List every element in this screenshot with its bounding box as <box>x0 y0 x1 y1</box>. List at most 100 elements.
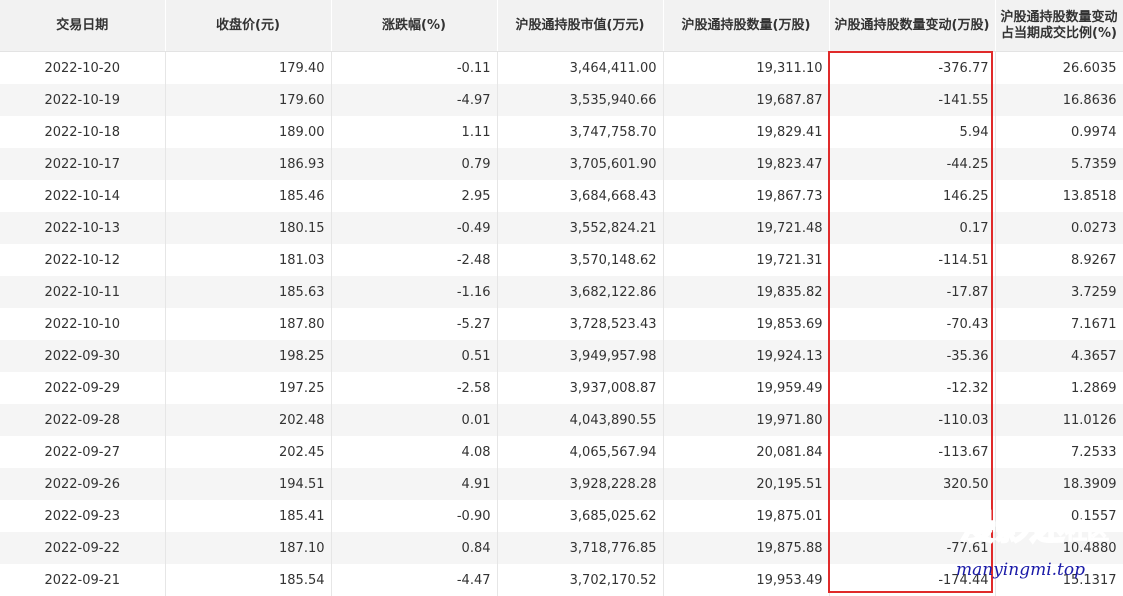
cell-change-ratio: 3.7259 <box>995 276 1123 308</box>
table-row[interactable]: 2022-10-20 179.40 -0.11 3,464,411.00 19,311.… <box>0 51 1123 84</box>
table-row[interactable]: 2022-10-13 180.15 -0.49 3,552,824.21 19,721.… <box>0 212 1123 244</box>
cell-holding-change: -35.36 <box>829 340 996 372</box>
cell-change-ratio: 18.3909 <box>995 468 1123 500</box>
cell-holding-value: 3,552,824.21 <box>497 212 664 244</box>
cell-change-pct: 4.08 <box>331 436 498 468</box>
table-row[interactable]: 2022-09-26 194.51 4.91 3,928,228.28 20,195.5… <box>0 468 1123 500</box>
cell-trade-date: 2022-09-28 <box>0 404 166 436</box>
cell-holding-change: -44.25 <box>829 148 996 180</box>
cell-change-pct: -5.27 <box>331 308 498 340</box>
cell-holding-value: 3,718,776.85 <box>497 532 664 564</box>
cell-trade-date: 2022-10-19 <box>0 84 166 116</box>
cell-change-pct: -0.11 <box>331 51 498 84</box>
cell-change-pct: 4.91 <box>331 468 498 500</box>
cell-holding-shares: 19,687.87 <box>663 84 830 116</box>
cell-holding-shares: 19,867.73 <box>663 180 830 212</box>
cell-holding-change: -376.77 <box>829 51 996 84</box>
cell-holding-shares: 20,195.51 <box>663 468 830 500</box>
cell-close-price: 186.93 <box>165 148 332 180</box>
cell-holding-value: 3,705,601.90 <box>497 148 664 180</box>
cell-holding-change: -110.03 <box>829 404 996 436</box>
header-holding-shares[interactable]: 沪股通持股数量(万股) <box>663 0 830 52</box>
cell-close-price: 197.25 <box>165 372 332 404</box>
cell-holding-shares: 19,924.13 <box>663 340 830 372</box>
cell-trade-date: 2022-09-22 <box>0 532 166 564</box>
table-row[interactable]: 2022-10-14 185.46 2.95 3,684,668.43 19,867.7… <box>0 180 1123 212</box>
cell-change-ratio: 13.8518 <box>995 180 1123 212</box>
cell-trade-date: 2022-10-11 <box>0 276 166 308</box>
cell-holding-value: 3,702,170.52 <box>497 564 664 596</box>
cell-close-price: 198.25 <box>165 340 332 372</box>
cell-holding-change: -12.32 <box>829 372 996 404</box>
header-change-ratio[interactable]: 沪股通持股数量变动占当期成交比例(%) <box>995 0 1123 52</box>
cell-change-ratio: 8.9267 <box>995 244 1123 276</box>
cell-holding-shares: 19,829.41 <box>663 116 830 148</box>
header-close-price[interactable]: 收盘价(元) <box>165 0 332 52</box>
cell-close-price: 181.03 <box>165 244 332 276</box>
header-trade-date[interactable]: 交易日期 <box>0 0 166 52</box>
cell-holding-value: 3,949,957.98 <box>497 340 664 372</box>
cell-trade-date: 2022-10-12 <box>0 244 166 276</box>
table-row[interactable]: 2022-10-17 186.93 0.79 3,705,601.90 19,823.4… <box>0 148 1123 180</box>
table-row[interactable]: 2022-10-19 179.60 -4.97 3,535,940.66 19,687.… <box>0 84 1123 116</box>
cell-change-ratio: 0.9974 <box>995 116 1123 148</box>
cell-holding-value: 4,043,890.55 <box>497 404 664 436</box>
cell-trade-date: 2022-10-10 <box>0 308 166 340</box>
cell-holding-value: 3,535,940.66 <box>497 84 664 116</box>
cell-change-ratio: 11.0126 <box>995 404 1123 436</box>
table-row[interactable]: 2022-10-18 189.00 1.11 3,747,758.70 19,829.4… <box>0 116 1123 148</box>
cell-holding-shares: 19,823.47 <box>663 148 830 180</box>
cell-change-ratio: 5.7359 <box>995 148 1123 180</box>
cell-change-pct: -2.58 <box>331 372 498 404</box>
cell-close-price: 202.48 <box>165 404 332 436</box>
table-row[interactable]: 2022-09-23 185.41 -0.90 3,685,025.62 19,875.… <box>0 500 1123 532</box>
cell-trade-date: 2022-09-29 <box>0 372 166 404</box>
cell-change-pct: 1.11 <box>331 116 498 148</box>
header-change-pct[interactable]: 涨跌幅(%) <box>331 0 498 52</box>
table-row[interactable]: 2022-10-11 185.63 -1.16 3,682,122.86 19,835.… <box>0 276 1123 308</box>
cell-holding-value: 3,728,523.43 <box>497 308 664 340</box>
cell-change-pct: -4.97 <box>331 84 498 116</box>
table-row[interactable]: 2022-09-28 202.48 0.01 4,043,890.55 19,971.8… <box>0 404 1123 436</box>
header-holding-change[interactable]: 沪股通持股数量变动(万股) <box>829 0 996 52</box>
cell-change-ratio: 26.6035 <box>995 51 1123 84</box>
table-row[interactable]: 2022-09-30 198.25 0.51 3,949,957.98 19,924.1… <box>0 340 1123 372</box>
cell-trade-date: 2022-09-21 <box>0 564 166 596</box>
table-row[interactable]: 2022-10-10 187.80 -5.27 3,728,523.43 19,853.… <box>0 308 1123 340</box>
table-row[interactable]: 2022-09-29 197.25 -2.58 3,937,008.87 19,959.… <box>0 372 1123 404</box>
cell-close-price: 185.63 <box>165 276 332 308</box>
cell-holding-shares: 19,875.88 <box>663 532 830 564</box>
cell-trade-date: 2022-10-14 <box>0 180 166 212</box>
cell-change-pct: 0.84 <box>331 532 498 564</box>
cell-holding-value: 3,684,668.43 <box>497 180 664 212</box>
cell-change-ratio: 0.1557 <box>995 500 1123 532</box>
cell-close-price: 185.54 <box>165 564 332 596</box>
table-row[interactable]: 2022-09-21 185.54 -4.47 3,702,170.52 19,953.… <box>0 564 1123 596</box>
cell-holding-change: -0 <box>829 500 996 532</box>
cell-trade-date: 2022-10-18 <box>0 116 166 148</box>
cell-change-pct: -1.16 <box>331 276 498 308</box>
cell-change-pct: -2.48 <box>331 244 498 276</box>
cell-close-price: 185.41 <box>165 500 332 532</box>
header-holding-value[interactable]: 沪股通持股市值(万元) <box>497 0 664 52</box>
table-row[interactable]: 2022-09-22 187.10 0.84 3,718,776.85 19,875.8… <box>0 532 1123 564</box>
cell-close-price: 202.45 <box>165 436 332 468</box>
cell-holding-value: 3,937,008.87 <box>497 372 664 404</box>
cell-trade-date: 2022-09-27 <box>0 436 166 468</box>
cell-change-pct: -0.49 <box>331 212 498 244</box>
table-row[interactable]: 2022-10-12 181.03 -2.48 3,570,148.62 19,721.… <box>0 244 1123 276</box>
cell-holding-shares: 19,835.82 <box>663 276 830 308</box>
cell-trade-date: 2022-09-23 <box>0 500 166 532</box>
cell-holding-shares: 19,311.10 <box>663 51 830 84</box>
table-body: 2022-10-20 179.40 -0.11 3,464,411.00 19,311.… <box>0 51 1123 596</box>
table-row[interactable]: 2022-09-27 202.45 4.08 4,065,567.94 20,081.8… <box>0 436 1123 468</box>
cell-change-pct: -4.47 <box>331 564 498 596</box>
cell-change-ratio: 10.4880 <box>995 532 1123 564</box>
cell-close-price: 187.80 <box>165 308 332 340</box>
cell-holding-shares: 19,721.31 <box>663 244 830 276</box>
cell-change-pct: 2.95 <box>331 180 498 212</box>
cell-holding-change: -114.51 <box>829 244 996 276</box>
cell-trade-date: 2022-10-13 <box>0 212 166 244</box>
cell-holding-change: -174.44 <box>829 564 996 596</box>
cell-holding-change: 320.50 <box>829 468 996 500</box>
